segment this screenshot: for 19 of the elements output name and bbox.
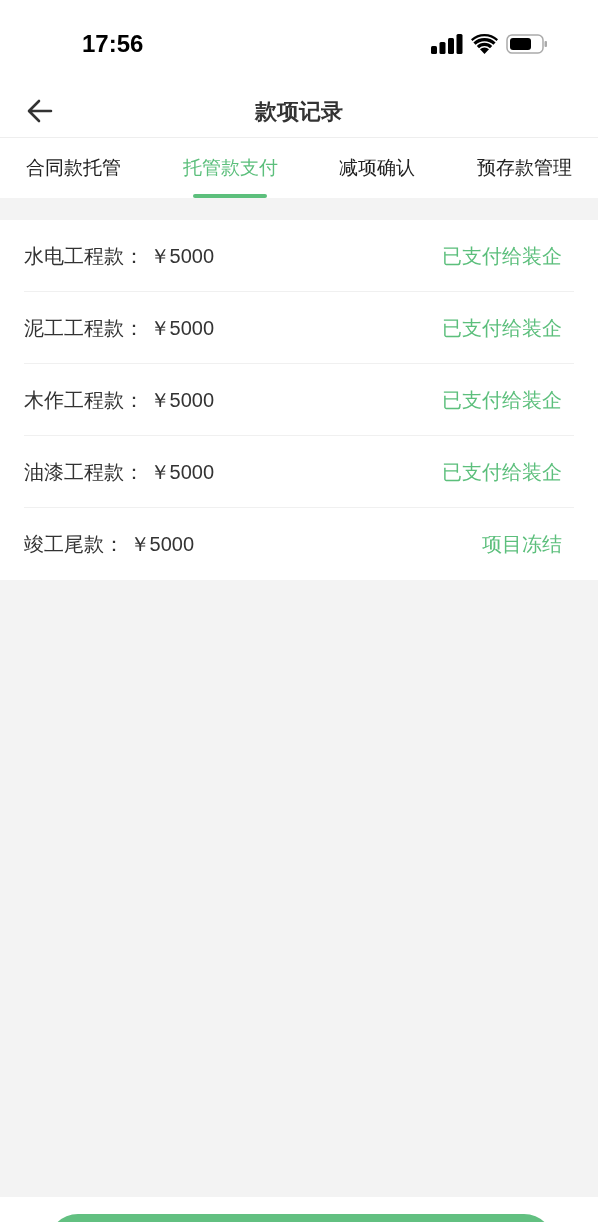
record-status: 项目冻结 (482, 532, 562, 557)
back-arrow-icon (27, 99, 53, 123)
record-status: 已支付给装企 (442, 243, 562, 269)
page-title: 款项记录 (255, 97, 343, 126)
tab[interactable]: 减项确认 (327, 138, 428, 198)
record-status: 已支付给装企 (442, 459, 562, 485)
signal-icon (431, 33, 463, 54)
record-status: 已支付给装企 (442, 315, 562, 341)
record-label: 水电工程款： ￥5000 (24, 243, 215, 269)
record-label: 竣工尾款： ￥5000 (24, 532, 195, 557)
record-label: 泥工工程款： ￥5000 (24, 315, 215, 341)
record-label: 油漆工程款： ￥5000 (24, 459, 215, 485)
tab[interactable]: 合同款托管 (14, 138, 133, 198)
wifi-icon (471, 33, 498, 54)
battery-icon (506, 33, 548, 54)
tab[interactable]: 预存款管理 (464, 138, 584, 198)
record-label: 木作工程款： ￥5000 (24, 387, 215, 413)
status-time: 17:56 (82, 28, 144, 59)
record-status: 已支付给装企 (442, 387, 562, 413)
